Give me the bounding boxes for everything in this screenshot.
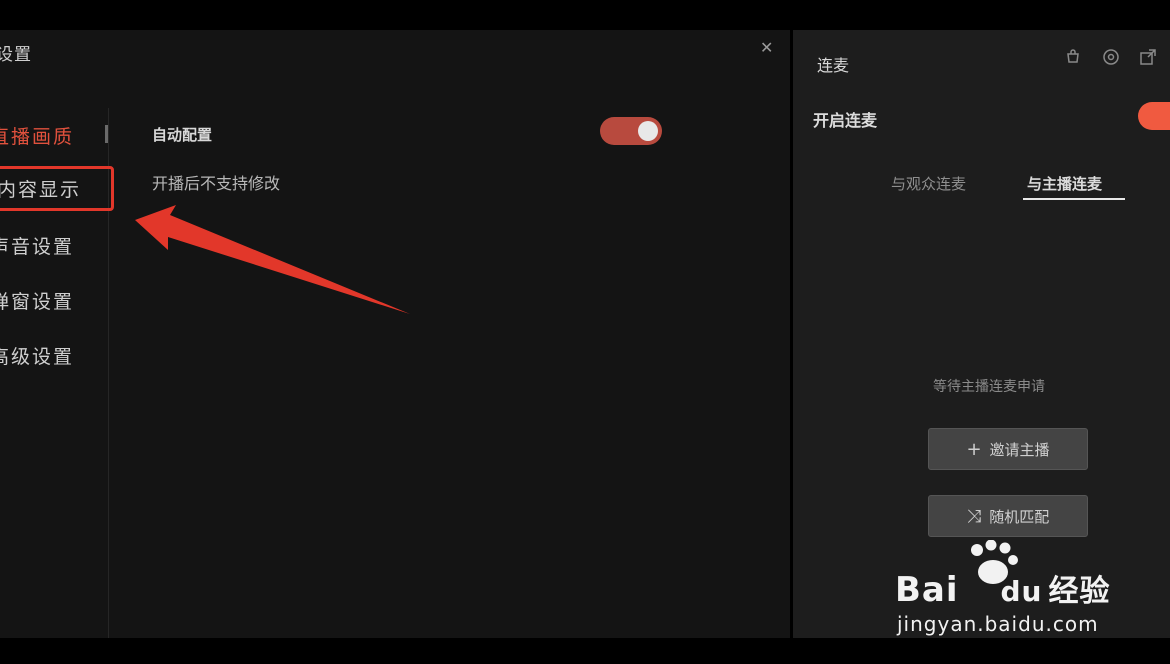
- nav-item-video-quality[interactable]: 直播画质: [0, 122, 74, 149]
- auto-config-toggle[interactable]: [600, 117, 662, 145]
- enable-co-stream-toggle[interactable]: [1138, 102, 1170, 130]
- tab-audience-co-stream[interactable]: 与观众连麦: [891, 173, 966, 194]
- enable-co-stream-label: 开启连麦: [813, 111, 878, 130]
- auto-config-label: 自动配置: [152, 126, 213, 144]
- baidu-watermark: Bai du 经验 jingyan.baidu.com: [895, 540, 1155, 640]
- co-stream-title: 连麦: [817, 56, 850, 75]
- invite-host-button[interactable]: + 邀请主播: [928, 428, 1088, 470]
- baidu-logo-text: Bai du 经验: [895, 566, 1111, 610]
- plus-icon: +: [966, 438, 982, 460]
- brand-du: du: [1000, 575, 1043, 608]
- close-icon[interactable]: ✕: [760, 38, 773, 57]
- top-black-bar: [0, 0, 1170, 30]
- invite-host-label: 邀请主播: [989, 440, 1050, 459]
- bottom-black-bar: [0, 638, 1170, 664]
- nav-item-sound-settings[interactable]: 声音设置: [0, 232, 74, 259]
- shop-icon[interactable]: [1065, 48, 1081, 68]
- auto-config-description: 开播后不支持修改: [152, 174, 281, 193]
- watermark-url: jingyan.baidu.com: [897, 612, 1099, 636]
- tab-host-co-stream[interactable]: 与主播连麦: [1027, 173, 1102, 194]
- nav-active-indicator: [105, 125, 108, 143]
- random-match-label: 随机匹配: [989, 507, 1050, 526]
- shuffle-icon: ⤨: [966, 505, 982, 527]
- brand-jingyan: 经验: [1048, 574, 1111, 609]
- settings-title: 设置: [0, 45, 32, 65]
- settings-nav: 直播画质 内容显示 声音设置 弹窗设置 高级设置: [0, 108, 115, 638]
- nav-item-content-display[interactable]: 内容显示: [0, 166, 115, 211]
- random-match-button[interactable]: ⤨ 随机匹配: [928, 495, 1088, 537]
- active-tab-underline: [1023, 198, 1125, 200]
- toggle-knob: [638, 121, 658, 141]
- expand-icon[interactable]: [1139, 48, 1157, 70]
- settings-window: 设置 ✕ 直播画质 内容显示 声音设置 弹窗设置 高级设置 自动配置 开播后不支…: [0, 30, 790, 638]
- settings-icon[interactable]: [1102, 48, 1120, 70]
- waiting-status-text: 等待主播连麦申请: [933, 379, 1045, 395]
- nav-item-advanced-settings[interactable]: 高级设置: [0, 342, 74, 369]
- nav-item-popup-settings[interactable]: 弹窗设置: [0, 287, 74, 314]
- brand-bai: Bai: [895, 570, 959, 610]
